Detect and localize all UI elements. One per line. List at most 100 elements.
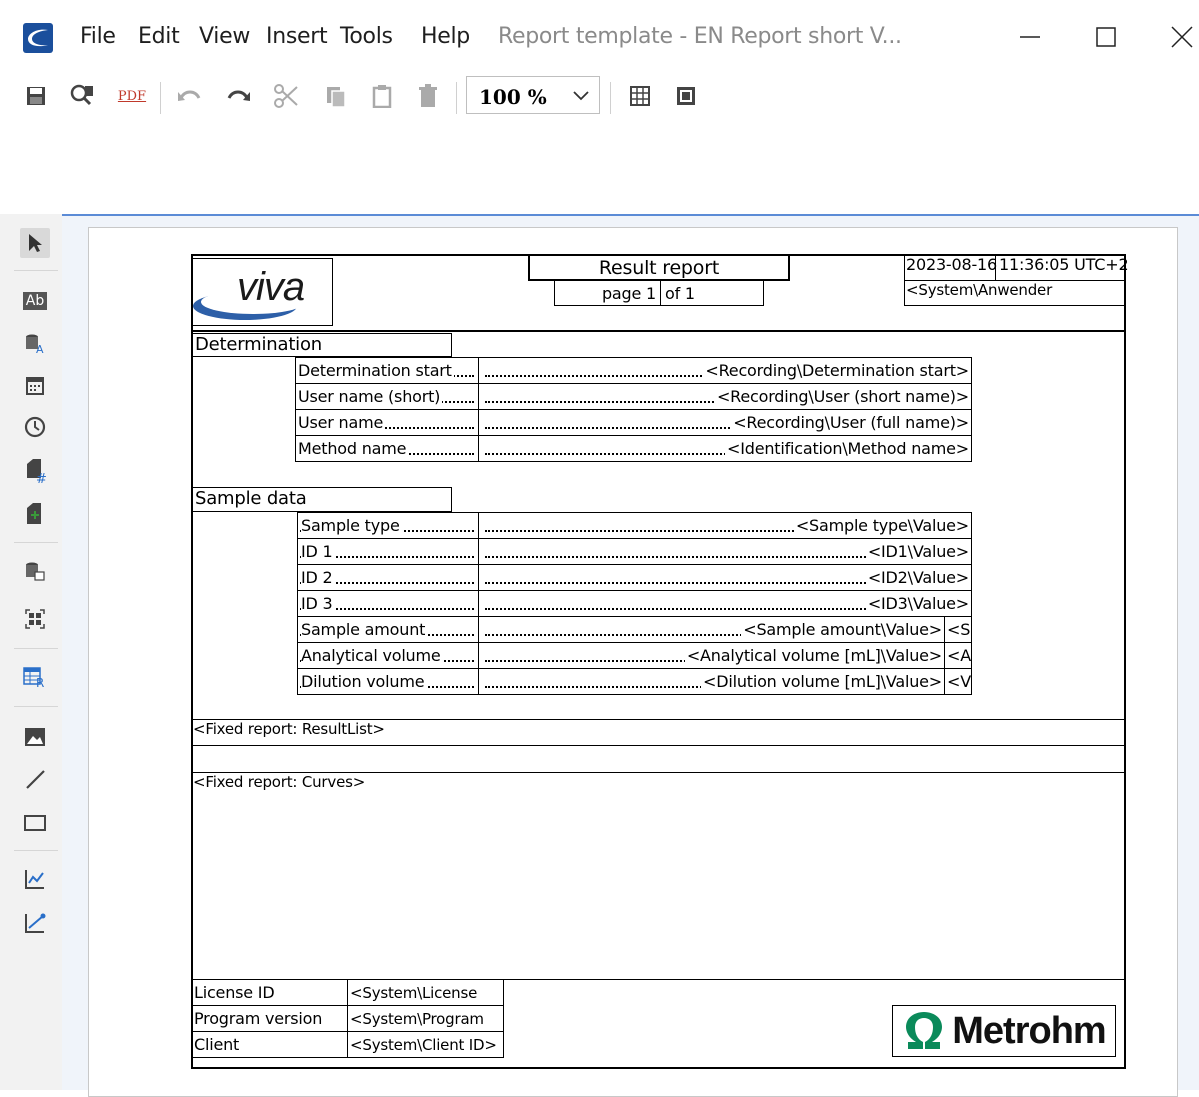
sample-heading-box[interactable]: Sample data	[192, 487, 452, 512]
report-table-icon[interactable]: R	[20, 662, 50, 692]
pointer-icon[interactable]	[20, 228, 50, 258]
calendar-icon[interactable]	[20, 370, 50, 400]
sample-unit-field[interactable]: <V	[944, 668, 972, 695]
save-icon[interactable]	[22, 82, 50, 110]
curves-field[interactable]: <Fixed report: Curves>	[191, 772, 1126, 980]
determination-value-field[interactable]: <Recording\User (short name)>	[478, 383, 972, 410]
chevron-down-icon	[573, 91, 589, 101]
determination-label-field[interactable]: User name (short)	[295, 383, 479, 410]
footer-value-field[interactable]: <System\License	[347, 979, 504, 1006]
database-table-icon[interactable]	[20, 556, 50, 586]
page-count-field[interactable]: of 1	[660, 280, 764, 306]
menu-view[interactable]: View	[199, 24, 250, 49]
result-list-label: <Fixed report: ResultList>	[193, 720, 385, 738]
image-icon[interactable]	[20, 722, 50, 752]
clock-icon[interactable]	[20, 412, 50, 442]
delete-icon[interactable]	[414, 82, 442, 110]
database-text-icon[interactable]: A	[20, 328, 50, 358]
undo-icon[interactable]	[176, 82, 204, 110]
menu-edit[interactable]: Edit	[138, 24, 180, 49]
sample-label-field[interactable]: Sample amount	[297, 616, 479, 643]
close-button[interactable]	[1162, 18, 1199, 56]
title-bar: File Edit View Insert Tools Help Report …	[0, 0, 1199, 74]
sample-value: <ID2\Value>	[865, 568, 969, 587]
determination-label-field[interactable]: Method name	[295, 435, 479, 462]
determination-label-field[interactable]: Determination start	[295, 357, 479, 384]
maximize-button[interactable]	[1086, 18, 1126, 56]
page-number-icon[interactable]: #	[20, 456, 50, 486]
footer-value: <System\Client ID>	[350, 1035, 497, 1054]
determination-value-field[interactable]: <Identification\Method name>	[478, 435, 972, 462]
sample-value: <Sample type\Value>	[793, 516, 969, 535]
minimize-button[interactable]	[1010, 18, 1050, 56]
footer-label-field[interactable]: Program version	[191, 1005, 348, 1032]
redo-icon[interactable]	[224, 82, 252, 110]
determination-label: Determination start	[298, 361, 454, 380]
footer-label: Program version	[194, 1009, 323, 1028]
fit-page-icon[interactable]	[672, 82, 700, 110]
sample-value-field[interactable]: <Analytical volume [mL]\Value>	[478, 642, 945, 669]
menu-help[interactable]: Help	[421, 24, 470, 49]
sample-label-field[interactable]: ID 2	[297, 564, 479, 591]
sample-value-field[interactable]: <Dilution volume [mL]\Value>	[478, 668, 945, 695]
window-title: Report template - EN Report short V...	[498, 24, 902, 49]
determination-value-field[interactable]: <Recording\User (full name)>	[478, 409, 972, 436]
text-field-icon[interactable]: Ab	[20, 286, 50, 316]
sample-label-field[interactable]: ID 3	[297, 590, 479, 617]
sample-value-field[interactable]: <ID2\Value>	[478, 564, 972, 591]
sample-label-field[interactable]: Dilution volume	[297, 668, 479, 695]
zoom-select[interactable]: 100 %	[466, 76, 600, 114]
sample-value-field[interactable]: <Sample amount\Value>	[478, 616, 945, 643]
sample-label-field[interactable]: ID 1	[297, 538, 479, 565]
result-list-field[interactable]: <Fixed report: ResultList>	[191, 719, 1126, 746]
sample-unit: <S	[947, 620, 971, 639]
header-divider	[191, 330, 1126, 332]
toolbar-separator	[160, 82, 161, 114]
copy-icon[interactable]	[322, 82, 350, 110]
footer-value-field[interactable]: <System\Client ID>	[347, 1031, 504, 1058]
scatter-curve-icon[interactable]	[20, 908, 50, 938]
determination-label-field[interactable]: User name	[295, 409, 479, 436]
barcode-icon[interactable]	[20, 604, 50, 634]
omega-icon	[906, 1012, 943, 1049]
determination-value-field[interactable]: <Recording\Determination start>	[478, 357, 972, 384]
line-icon[interactable]	[20, 764, 50, 794]
preview-icon[interactable]	[68, 82, 96, 110]
pdf-icon[interactable]: PDF	[114, 82, 150, 110]
footer-value-field[interactable]: <System\Program	[347, 1005, 504, 1032]
app-logo-icon[interactable]	[22, 22, 54, 54]
curve-icon[interactable]	[20, 864, 50, 894]
footer-label-field[interactable]: Client	[191, 1031, 348, 1058]
menu-tools[interactable]: Tools	[340, 24, 393, 49]
sample-label-field[interactable]: Analytical volume	[297, 642, 479, 669]
report-title-box[interactable]: Result report	[528, 254, 790, 281]
page-add-icon[interactable]	[20, 500, 50, 530]
cut-icon[interactable]	[272, 82, 300, 110]
sample-heading: Sample data	[195, 488, 307, 509]
page-number-field[interactable]: page 1	[554, 280, 661, 306]
palette-separator	[14, 706, 58, 707]
time-field[interactable]: 11:36:05 UTC+2	[995, 254, 1129, 281]
menu-file[interactable]: File	[80, 24, 116, 49]
sample-unit-field[interactable]: <S	[944, 616, 972, 643]
sample-value-field[interactable]: <ID1\Value>	[478, 538, 972, 565]
date-field[interactable]: 2023-08-16	[904, 254, 997, 281]
svg-text:R: R	[36, 676, 44, 688]
viva-logo[interactable]: viva	[192, 258, 333, 326]
sample-value: <Analytical volume [mL]\Value>	[684, 646, 942, 665]
report-time: 11:36:05 UTC+2	[999, 255, 1129, 274]
sample-label-field[interactable]: Sample type	[297, 512, 479, 539]
sample-value-field[interactable]: <ID3\Value>	[478, 590, 972, 617]
footer-label-field[interactable]: License ID	[191, 979, 348, 1006]
grid-icon[interactable]	[626, 82, 654, 110]
sample-value-field[interactable]: <Sample type\Value>	[478, 512, 972, 539]
maximize-icon	[1096, 27, 1116, 47]
menu-insert[interactable]: Insert	[266, 24, 328, 49]
determination-heading-box[interactable]: Determination	[192, 333, 452, 357]
paste-icon[interactable]	[368, 82, 396, 110]
sample-unit-field[interactable]: <A	[944, 642, 972, 669]
user-field[interactable]: <System\Anwender	[904, 280, 1125, 306]
rectangle-icon[interactable]	[20, 808, 50, 838]
report-user: <System\Anwender	[906, 281, 1053, 299]
metrohm-logo[interactable]: Metrohm	[892, 1005, 1116, 1057]
